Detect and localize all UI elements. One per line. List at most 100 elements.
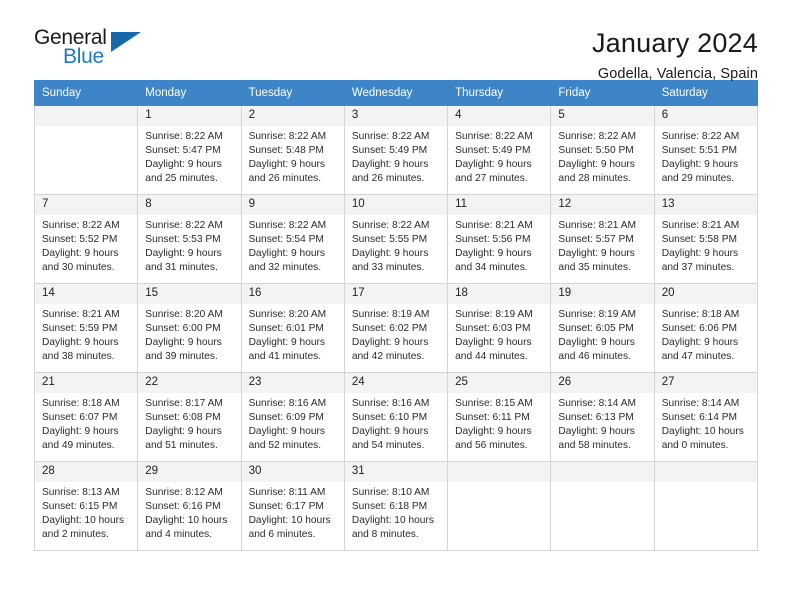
day-cell[interactable]: 28 Sunrise: 8:13 AM Sunset: 6:15 PM Dayl… [33,461,139,551]
sunset-text: Sunset: 6:08 PM [145,412,221,424]
day-cell[interactable]: 24 Sunrise: 8:16 AM Sunset: 6:10 PM Dayl… [343,372,449,462]
day-number: 24 [344,373,448,393]
sunset-text: Sunset: 5:51 PM [661,145,738,157]
sunrise-text: Sunrise: 8:19 AM [558,309,636,320]
daylight-text-line1: Daylight: 9 hours [145,159,222,171]
day-number: 23 [241,373,344,393]
weekday-header-monday: Monday [137,80,242,106]
general-blue-logo[interactable]: General Blue [34,26,164,72]
day-cell[interactable]: 17 Sunrise: 8:19 AM Sunset: 6:02 PM Dayl… [343,283,449,373]
calendar-week-row: 21 Sunrise: 8:18 AM Sunset: 6:07 PM Dayl… [33,372,759,462]
day-cell[interactable]: 1 Sunrise: 8:22 AM Sunset: 5:47 PM Dayli… [137,105,242,195]
daylight-text-line1: Daylight: 9 hours [145,426,222,438]
daylight-text-line2: and 42 minutes. [351,351,425,363]
daylight-text-line2: and 2 minutes. [42,529,109,541]
sunrise-text: Sunrise: 8:22 AM [42,220,120,231]
daylight-text-line2: and 49 minutes. [42,440,115,452]
day-cell[interactable]: 3 Sunrise: 8:22 AM Sunset: 5:49 PM Dayli… [343,105,449,195]
sunrise-text: Sunrise: 8:21 AM [661,220,740,231]
day-number: 1 [138,106,241,126]
day-number: 30 [241,462,344,482]
day-info: Sunrise: 8:22 AM Sunset: 5:51 PM Dayligh… [655,126,757,186]
day-cell[interactable]: 22 Sunrise: 8:17 AM Sunset: 6:08 PM Dayl… [137,372,242,462]
sunrise-text: Sunrise: 8:22 AM [248,131,327,142]
daylight-text-line2: and 56 minutes. [455,440,528,452]
sunrise-text: Sunrise: 8:19 AM [351,309,430,320]
daylight-text-line2: and 51 minutes. [145,440,218,452]
day-cell[interactable]: 6 Sunrise: 8:22 AM Sunset: 5:51 PM Dayli… [653,105,759,195]
daylight-text-line1: Daylight: 10 hours [661,426,744,438]
weekday-header-saturday: Saturday [653,80,759,106]
day-number [35,106,138,126]
sunset-text: Sunset: 6:00 PM [145,323,221,335]
day-info: Sunrise: 8:22 AM Sunset: 5:47 PM Dayligh… [138,126,240,186]
day-cell[interactable]: 29 Sunrise: 8:12 AM Sunset: 6:16 PM Dayl… [137,461,242,551]
sunrise-text: Sunrise: 8:21 AM [455,220,533,231]
sunrise-text: Sunrise: 8:15 AM [455,398,533,409]
page-title: January 2024 [591,28,758,58]
daylight-text-line1: Daylight: 9 hours [42,426,119,438]
day-cell[interactable]: 21 Sunrise: 8:18 AM Sunset: 6:07 PM Dayl… [33,372,139,462]
day-cell[interactable]: 26 Sunrise: 8:14 AM Sunset: 6:13 PM Dayl… [550,372,655,462]
daylight-text-line2: and 32 minutes. [248,262,322,274]
day-cell[interactable]: 16 Sunrise: 8:20 AM Sunset: 6:01 PM Dayl… [240,283,345,373]
day-number: 16 [241,284,344,304]
sunset-text: Sunset: 5:59 PM [42,323,118,335]
day-info: Sunrise: 8:22 AM Sunset: 5:54 PM Dayligh… [242,215,344,275]
day-cell[interactable]: 19 Sunrise: 8:19 AM Sunset: 6:05 PM Dayl… [550,283,655,373]
day-cell[interactable]: 4 Sunrise: 8:22 AM Sunset: 5:49 PM Dayli… [447,105,552,195]
day-cell[interactable]: 31 Sunrise: 8:10 AM Sunset: 6:18 PM Dayl… [343,461,449,551]
sunrise-text: Sunrise: 8:21 AM [558,220,636,231]
day-cell[interactable]: 11 Sunrise: 8:21 AM Sunset: 5:56 PM Dayl… [447,194,552,284]
day-cell[interactable]: 15 Sunrise: 8:20 AM Sunset: 6:00 PM Dayl… [137,283,242,373]
daylight-text-line1: Daylight: 9 hours [351,337,429,349]
day-cell[interactable]: 2 Sunrise: 8:22 AM Sunset: 5:48 PM Dayli… [240,105,345,195]
day-cell[interactable]: 9 Sunrise: 8:22 AM Sunset: 5:54 PM Dayli… [240,194,345,284]
sunset-text: Sunset: 6:03 PM [455,323,531,335]
sunset-text: Sunset: 5:53 PM [145,234,221,246]
day-cell[interactable]: 18 Sunrise: 8:19 AM Sunset: 6:03 PM Dayl… [447,283,552,373]
sunrise-text: Sunrise: 8:16 AM [248,398,327,409]
daylight-text-line2: and 46 minutes. [558,351,631,363]
daylight-text-line1: Daylight: 9 hours [558,426,635,438]
day-info: Sunrise: 8:22 AM Sunset: 5:52 PM Dayligh… [35,215,137,275]
day-number: 11 [448,195,551,215]
daylight-text-line2: and 35 minutes. [558,262,631,274]
sunset-text: Sunset: 6:15 PM [42,501,118,513]
day-info: Sunrise: 8:21 AM Sunset: 5:59 PM Dayligh… [35,304,137,364]
day-number: 7 [35,195,138,215]
day-cell[interactable]: 10 Sunrise: 8:22 AM Sunset: 5:55 PM Dayl… [343,194,449,284]
day-cell[interactable]: 12 Sunrise: 8:21 AM Sunset: 5:57 PM Dayl… [550,194,655,284]
day-number: 25 [448,373,551,393]
sunrise-text: Sunrise: 8:21 AM [42,309,120,320]
sunset-text: Sunset: 5:50 PM [558,145,634,157]
sunset-text: Sunset: 6:11 PM [455,412,530,424]
day-cell-empty [550,461,655,551]
daylight-text-line1: Daylight: 9 hours [42,248,119,260]
daylight-text-line1: Daylight: 9 hours [455,337,532,349]
day-info: Sunrise: 8:10 AM Sunset: 6:18 PM Dayligh… [345,482,447,542]
day-cell[interactable]: 8 Sunrise: 8:22 AM Sunset: 5:53 PM Dayli… [137,194,242,284]
daylight-text-line2: and 6 minutes. [248,529,316,541]
sunrise-text: Sunrise: 8:22 AM [248,220,327,231]
daylight-text-line1: Daylight: 9 hours [661,337,739,349]
day-cell[interactable]: 25 Sunrise: 8:15 AM Sunset: 6:11 PM Dayl… [447,372,552,462]
daylight-text-line2: and 41 minutes. [248,351,322,363]
sunset-text: Sunset: 5:49 PM [351,145,428,157]
day-cell[interactable]: 20 Sunrise: 8:18 AM Sunset: 6:06 PM Dayl… [653,283,759,373]
page-header: General Blue January 2024 Godella, Valen… [34,0,758,82]
day-number: 31 [344,462,448,482]
day-cell[interactable]: 14 Sunrise: 8:21 AM Sunset: 5:59 PM Dayl… [33,283,139,373]
sunset-text: Sunset: 5:49 PM [455,145,531,157]
sunrise-text: Sunrise: 8:20 AM [145,309,223,320]
day-cell[interactable]: 13 Sunrise: 8:21 AM Sunset: 5:58 PM Dayl… [653,194,759,284]
day-cell[interactable]: 27 Sunrise: 8:14 AM Sunset: 6:14 PM Dayl… [653,372,759,462]
day-cell[interactable]: 23 Sunrise: 8:16 AM Sunset: 6:09 PM Dayl… [240,372,345,462]
daylight-text-line2: and 27 minutes. [455,173,528,185]
day-cell[interactable]: 5 Sunrise: 8:22 AM Sunset: 5:50 PM Dayli… [550,105,655,195]
weekday-header-tuesday: Tuesday [240,80,345,106]
sunrise-text: Sunrise: 8:17 AM [145,398,223,409]
day-cell[interactable]: 7 Sunrise: 8:22 AM Sunset: 5:52 PM Dayli… [33,194,139,284]
day-info: Sunrise: 8:18 AM Sunset: 6:07 PM Dayligh… [35,393,137,453]
day-cell[interactable]: 30 Sunrise: 8:11 AM Sunset: 6:17 PM Dayl… [240,461,345,551]
